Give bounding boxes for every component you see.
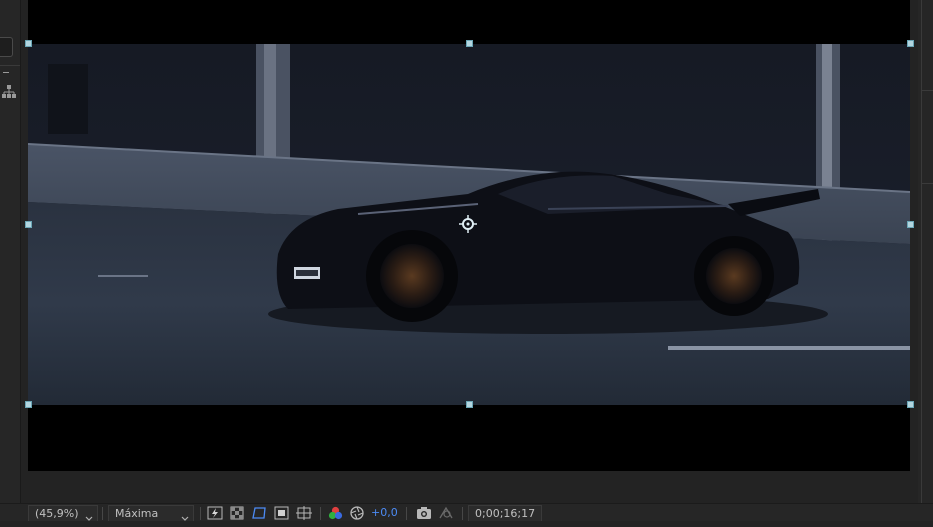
divider — [462, 507, 463, 520]
divider — [102, 507, 103, 520]
left-panel-strip — [0, 0, 21, 520]
viewer-toolbar: (45,9%) Máxima +0,0 0;00;16;17 — [0, 503, 933, 521]
chevron-down-icon — [85, 511, 93, 527]
transform-handle-top-left[interactable] — [25, 40, 32, 47]
current-time-display[interactable]: 0;00;16;17 — [468, 505, 543, 521]
transform-handle-bottom-right[interactable] — [907, 401, 914, 408]
color-channels-icon[interactable] — [328, 506, 343, 523]
region-of-interest-icon[interactable] — [252, 506, 267, 523]
divider — [320, 507, 321, 520]
show-snapshot-icon[interactable] — [438, 506, 454, 523]
exposure-value[interactable]: +0,0 — [371, 505, 398, 521]
chevron-down-icon — [181, 511, 189, 527]
exposure-reset-icon[interactable] — [350, 506, 364, 523]
magnification-dropdown[interactable]: (45,9%) — [28, 505, 98, 521]
transform-handle-right[interactable] — [907, 221, 914, 228]
transform-handle-top-right[interactable] — [907, 40, 914, 47]
panel-tab-stub[interactable] — [0, 37, 13, 57]
divider — [406, 507, 407, 520]
composition-viewer[interactable] — [25, 0, 914, 471]
timecode-value: 0;00;16;17 — [475, 507, 536, 520]
divider — [0, 65, 20, 66]
mask-visibility-icon[interactable] — [274, 506, 289, 523]
right-panel-edge — [918, 0, 933, 505]
fast-previews-icon[interactable] — [207, 506, 223, 523]
divider — [922, 90, 933, 91]
transform-handle-top[interactable] — [466, 40, 473, 47]
divider — [922, 183, 933, 184]
snapshot-icon[interactable] — [416, 506, 432, 523]
divider — [921, 0, 922, 505]
resolution-dropdown[interactable]: Máxima — [108, 505, 194, 521]
magnification-value: (45,9%) — [35, 507, 79, 520]
guides-grid-icon[interactable] — [296, 506, 312, 523]
transform-handle-bottom[interactable] — [466, 401, 473, 408]
anchor-point-icon[interactable] — [459, 215, 477, 237]
resolution-value: Máxima — [115, 507, 159, 520]
transform-handle-bottom-left[interactable] — [25, 401, 32, 408]
collapse-dash[interactable] — [3, 72, 9, 73]
flowchart-icon[interactable] — [2, 84, 16, 103]
transform-handle-left[interactable] — [25, 221, 32, 228]
transparency-grid-icon[interactable] — [230, 506, 244, 523]
divider — [200, 507, 201, 520]
